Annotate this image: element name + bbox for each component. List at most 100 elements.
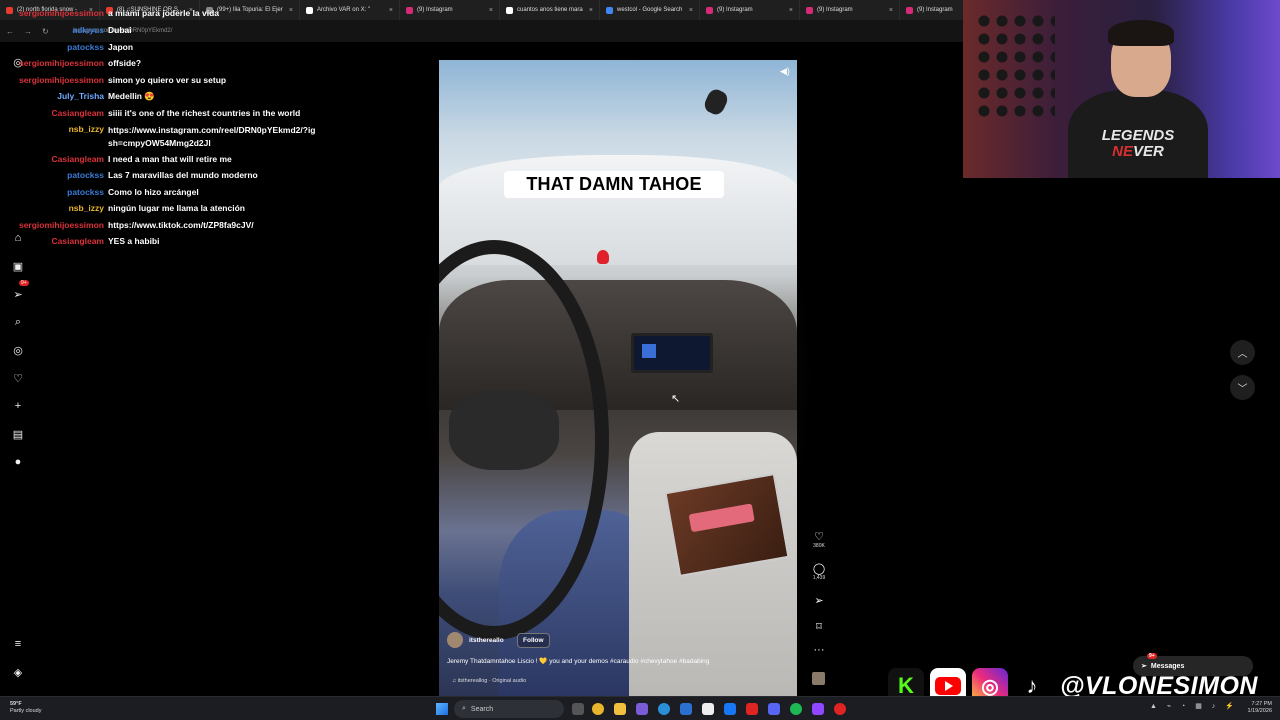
chat-message: Casiangleam I need a man that will retire… bbox=[8, 154, 232, 164]
browser-tab[interactable]: (9) Instagram× bbox=[800, 0, 900, 20]
save-button[interactable]: ⌑ bbox=[808, 620, 830, 633]
amp-lights bbox=[688, 503, 755, 533]
audio-label[interactable]: ♫ itsthereallog · Original audio bbox=[452, 678, 526, 684]
app-icon-3[interactable] bbox=[702, 703, 714, 715]
reels-icon[interactable]: ▣ bbox=[10, 258, 26, 274]
menu-icon[interactable]: ≡ bbox=[10, 636, 26, 652]
more-options-button[interactable]: ··· bbox=[808, 644, 830, 656]
profile-icon[interactable]: ● bbox=[10, 454, 26, 470]
chat-message: July_Trisha Medellin 😍 bbox=[8, 91, 155, 102]
browser-tab[interactable]: cuantos anos tiene mara × bbox=[500, 0, 600, 20]
close-icon[interactable]: × bbox=[789, 7, 793, 14]
previous-reel-button[interactable]: ︿ bbox=[1230, 340, 1255, 365]
chat-message: patockss Las 7 maravillas del mundo moder… bbox=[8, 170, 258, 180]
like-button[interactable]: ♡ 380K bbox=[808, 530, 830, 549]
chat-username[interactable]: sergiomihijoessimon bbox=[8, 75, 108, 85]
mute-icon[interactable]: ◀) bbox=[780, 66, 790, 77]
taskbar-search-label: Search bbox=[470, 705, 494, 713]
heart-icon[interactable]: ♡ bbox=[10, 370, 26, 386]
comment-icon: ◯ bbox=[812, 563, 826, 575]
video-description: Jeremy Thatdamntahoe Liscio ! 💛 you and … bbox=[447, 658, 710, 665]
app-icon-2[interactable] bbox=[680, 703, 692, 715]
send-icon[interactable]: ➢ 9+ bbox=[10, 280, 29, 302]
close-icon[interactable]: × bbox=[689, 7, 693, 14]
chat-username[interactable]: nsb_izzy bbox=[8, 203, 108, 213]
chat-message: sergiomihijoessimon simon yo quiero ver s… bbox=[8, 75, 226, 85]
close-icon[interactable]: × bbox=[389, 7, 393, 14]
chat-username[interactable]: sergiomihijoessimon bbox=[8, 8, 108, 18]
search-icon[interactable]: ⌕ bbox=[10, 314, 26, 330]
discord-icon[interactable] bbox=[768, 703, 780, 715]
system-tray[interactable]: ▲ ⌁ ◔ ▦ ♪ ⚡ bbox=[1150, 702, 1238, 710]
chat-username[interactable]: patockss bbox=[8, 187, 108, 197]
chat-username[interactable]: patockss bbox=[8, 42, 108, 52]
app-icon-5[interactable] bbox=[746, 703, 758, 715]
chat-message: patockss Japon bbox=[8, 42, 133, 52]
clock-date: 1/19/2026 bbox=[1247, 708, 1272, 714]
browser-tab[interactable]: westcol - Google Search × bbox=[600, 0, 700, 20]
next-reel-button[interactable]: ﹀ bbox=[1230, 375, 1255, 400]
app-icon-7[interactable] bbox=[834, 703, 846, 715]
plus-icon[interactable]: + bbox=[10, 398, 26, 414]
app-icon-1[interactable] bbox=[636, 703, 648, 715]
edge-icon[interactable] bbox=[658, 703, 670, 715]
chrome-icon[interactable] bbox=[592, 703, 604, 715]
shirt-line-2b: VER bbox=[1133, 143, 1164, 160]
browser-tab[interactable]: (9) Instagram × bbox=[700, 0, 800, 20]
chat-username[interactable]: Casiangleam bbox=[8, 108, 108, 118]
tab-title: (9) Instagram bbox=[717, 7, 753, 13]
chat-text: simon yo quiero ver su setup bbox=[108, 75, 227, 85]
file-explorer-icon[interactable] bbox=[614, 703, 626, 715]
chat-text: Las 7 maravillas del mundo moderno bbox=[108, 170, 258, 180]
meta-icon[interactable]: ◈ bbox=[10, 664, 26, 680]
reel-video[interactable] bbox=[439, 60, 797, 696]
chat-text: YES a habibi bbox=[108, 236, 160, 246]
close-icon[interactable]: × bbox=[889, 7, 893, 14]
streamer-webcam: LEGENDS NEVER bbox=[963, 0, 1280, 178]
chat-username[interactable]: adlayus bbox=[8, 25, 108, 35]
comment-button[interactable]: ◯ 1,439 bbox=[808, 562, 830, 581]
tab-title: (9) Instagram bbox=[917, 7, 953, 13]
taskbar-search[interactable]: ⌕ Search bbox=[454, 700, 564, 718]
app-icon-4[interactable] bbox=[724, 703, 736, 715]
weather-widget[interactable]: 59°F Partly cloudy bbox=[10, 701, 42, 715]
rearview-mirror bbox=[701, 86, 731, 118]
tab-title: (9) Instagram bbox=[417, 7, 453, 13]
app-icon-6[interactable] bbox=[812, 703, 824, 715]
chat-username[interactable]: sergiomihijoessimon bbox=[8, 58, 108, 68]
tab-title: westcol - Google Search bbox=[617, 7, 683, 13]
author-username[interactable]: itsthereallo bbox=[469, 637, 504, 644]
chat-message: adlayus Dubai bbox=[8, 25, 131, 35]
close-icon[interactable]: × bbox=[589, 7, 593, 14]
browser-tab[interactable]: (9) Instagram × bbox=[400, 0, 500, 20]
weather-condition: Partly cloudy bbox=[10, 708, 42, 714]
close-icon[interactable]: × bbox=[489, 7, 493, 14]
audio-thumbnail[interactable] bbox=[812, 672, 825, 685]
browser-tab[interactable]: (9) Instagram× bbox=[900, 0, 964, 20]
reel-actions: ♡ 380K ◯ 1,439 ➢ ⌑ ··· bbox=[808, 528, 830, 688]
follow-button[interactable]: Follow bbox=[517, 633, 550, 648]
taskbar-clock[interactable]: 7:27 PM 1/19/2026 bbox=[1236, 701, 1272, 715]
messages-badge: 9+ bbox=[1147, 653, 1157, 659]
author-avatar[interactable] bbox=[447, 632, 463, 648]
chat-text: https://www.instagram.com/reel/DRN0pYEkm… bbox=[108, 125, 316, 148]
chat-message: Casiangleam siiii it's one of the richest… bbox=[8, 108, 301, 118]
video-caption-overlay: THAT DAMN TAHOE bbox=[504, 171, 724, 198]
chat-username[interactable]: sergiomihijoessimon bbox=[8, 220, 108, 230]
dashboard-icon[interactable]: ▤ bbox=[10, 426, 26, 442]
task-view-icon[interactable] bbox=[572, 703, 584, 715]
share-button[interactable]: ➢ bbox=[808, 594, 830, 607]
chat-username[interactable]: Casiangleam bbox=[8, 154, 108, 164]
chat-username[interactable]: July_Trisha bbox=[8, 91, 108, 102]
chat-username[interactable]: nsb_izzy bbox=[8, 124, 108, 150]
explore-icon[interactable]: ◎ bbox=[10, 342, 26, 358]
windows-start-icon[interactable] bbox=[436, 703, 448, 715]
rubber-duck bbox=[597, 250, 609, 264]
tab-favicon bbox=[606, 6, 613, 14]
tab-favicon bbox=[406, 6, 413, 14]
chat-message: patockss Como lo hizo arcángel bbox=[8, 187, 199, 197]
chat-text: Medellin 😍 bbox=[108, 91, 155, 101]
chat-username[interactable]: Casiangleam bbox=[8, 236, 108, 246]
chat-username[interactable]: patockss bbox=[8, 170, 108, 180]
spotify-icon[interactable] bbox=[790, 703, 802, 715]
